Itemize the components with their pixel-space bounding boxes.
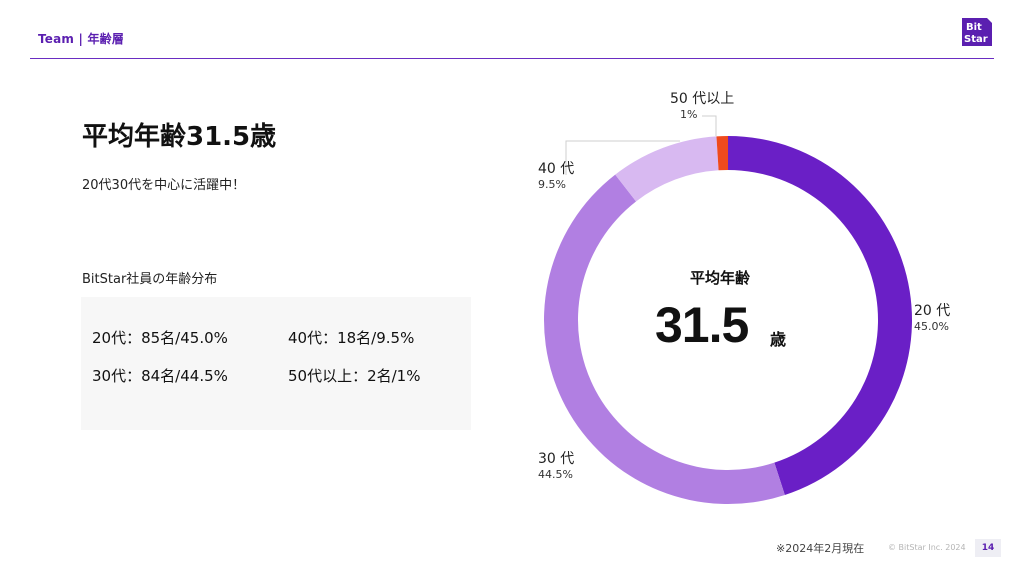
donut-center-label: 平均年齢 xyxy=(689,269,750,287)
slice-category-30s: 30 代 xyxy=(538,451,575,467)
slice-category-20s: 20 代 xyxy=(914,303,951,319)
copyright-text: © BitStar Inc. 2024 xyxy=(888,543,966,552)
donut-slice-20s xyxy=(728,136,912,495)
slice-value-30s: 44.5% xyxy=(538,468,573,481)
slice-value-50s: 1% xyxy=(680,108,698,121)
slice-category-40s: 40 代 xyxy=(538,161,575,177)
slice-label-40s: 40 代 9.5% xyxy=(538,161,574,193)
donut-slice-40s xyxy=(615,136,719,202)
page-number: 14 xyxy=(975,539,1001,557)
donut-center-value: 31.5 xyxy=(655,297,749,353)
age-donut-chart xyxy=(544,115,912,504)
slice-label-20s: 20 代 45.0% xyxy=(914,303,950,335)
date-footnote: ※2024年2月現在 xyxy=(776,542,865,555)
donut-center-unit: 歳 xyxy=(770,330,787,349)
slice-value-20s: 45.0% xyxy=(914,320,949,333)
slice-label-50s: 50 代以上 1% xyxy=(670,91,734,123)
slice-value-40s: 9.5% xyxy=(538,178,566,191)
slice-category-50s: 50 代以上 xyxy=(670,91,735,107)
slice-label-30s: 30 代 44.5% xyxy=(538,451,574,483)
